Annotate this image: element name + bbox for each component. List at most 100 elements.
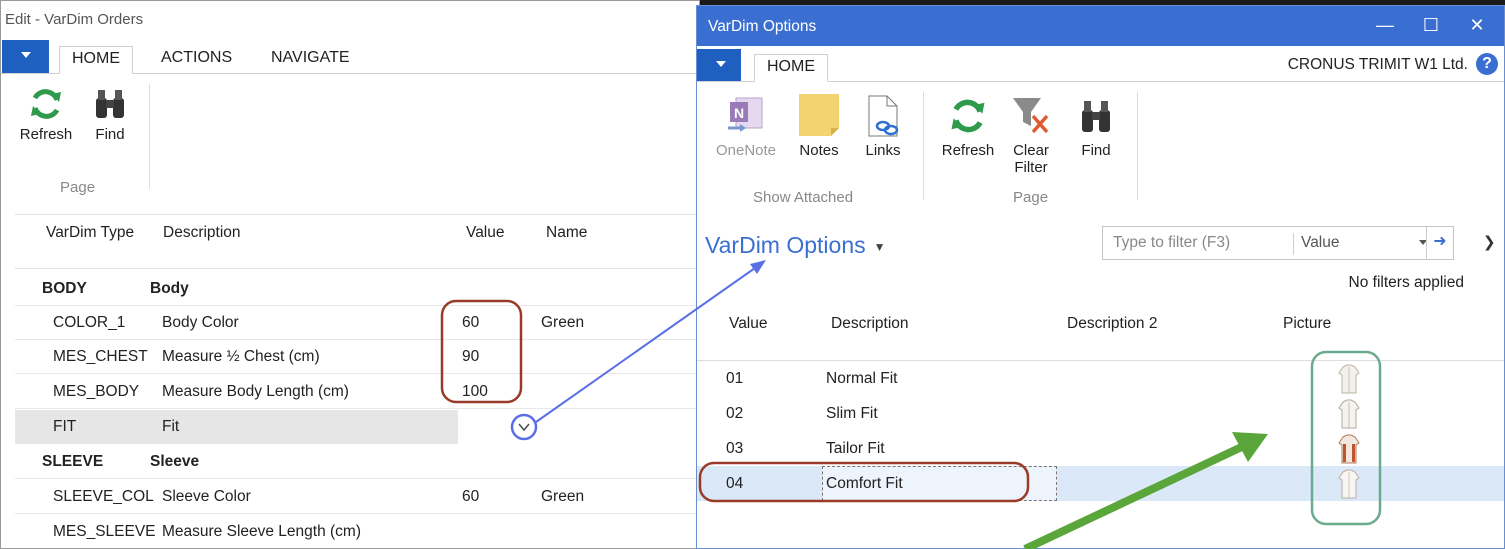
arrow-right-icon[interactable]: ➜ bbox=[1426, 227, 1453, 259]
list-item[interactable]: 02 Slim Fit bbox=[697, 396, 1504, 431]
cell-type: COLOR_1 bbox=[53, 314, 126, 331]
table-row[interactable]: BODY Body bbox=[15, 272, 699, 306]
cell-value: 04 bbox=[726, 475, 744, 492]
cell-value: 02 bbox=[726, 405, 744, 422]
binoculars-icon bbox=[96, 90, 124, 118]
refresh-button[interactable]: Refresh bbox=[937, 94, 999, 159]
cell-description: Fit bbox=[162, 418, 180, 435]
table-row-selected[interactable]: FIT Fit bbox=[15, 410, 699, 444]
column-header-value[interactable]: Value bbox=[729, 315, 768, 333]
find-label: Find bbox=[95, 126, 125, 143]
find-button[interactable]: Find bbox=[87, 86, 133, 143]
column-header-description[interactable]: Description bbox=[831, 315, 909, 333]
group-divider bbox=[149, 84, 150, 189]
cell-value[interactable]: 60 bbox=[462, 314, 479, 332]
table-row[interactable]: SLEEVE_COL Sleeve Color 60 Green bbox=[15, 480, 699, 514]
app-menu-button[interactable] bbox=[697, 49, 741, 81]
link-document-icon bbox=[868, 95, 899, 137]
cell-value[interactable]: 90 bbox=[462, 348, 479, 366]
table-row[interactable]: MES_SLEEVE Measure Sleeve Length (cm) bbox=[15, 515, 699, 548]
notes-button[interactable]: Notes bbox=[793, 94, 845, 159]
cell-description: Measure ½ Chest (cm) bbox=[162, 348, 320, 365]
group-label-page: Page bbox=[1013, 189, 1049, 206]
cell-description: Sleeve bbox=[150, 453, 200, 470]
help-icon[interactable]: ? bbox=[1476, 53, 1498, 75]
header-divider bbox=[15, 268, 699, 269]
cell-description: Body bbox=[150, 280, 189, 297]
column-header-name[interactable]: Name bbox=[546, 224, 587, 242]
close-icon[interactable]: ✕ bbox=[1454, 6, 1500, 46]
cell-value[interactable]: 60 bbox=[462, 488, 479, 506]
ribbon-tabs: HOME ACTIONS NAVIGATE bbox=[1, 40, 699, 74]
page-title[interactable]: VarDim Options ▼ bbox=[705, 232, 886, 259]
cell-description: Body Color bbox=[162, 314, 239, 331]
column-header-value[interactable]: Value bbox=[466, 224, 505, 242]
refresh-icon bbox=[951, 99, 985, 133]
column-header-description[interactable]: Description bbox=[163, 224, 241, 242]
cell-value[interactable]: 100 bbox=[462, 383, 488, 401]
tab-home[interactable]: HOME bbox=[59, 46, 133, 74]
collapse-chevron-icon[interactable]: ❯ bbox=[1483, 233, 1496, 251]
shirt-picture-icon bbox=[1338, 469, 1360, 499]
filter-field-select[interactable]: Value bbox=[1301, 234, 1340, 252]
column-header-picture[interactable]: Picture bbox=[1283, 315, 1331, 333]
list-item[interactable]: 01 Normal Fit bbox=[697, 361, 1504, 396]
group-divider bbox=[923, 92, 924, 200]
tab-actions[interactable]: ACTIONS bbox=[149, 46, 244, 74]
clear-filter-label-1: Clear bbox=[1013, 142, 1049, 159]
tab-navigate[interactable]: NAVIGATE bbox=[259, 46, 362, 74]
vardim-options-window: VarDim Options — ☐ ✕ HOME CRONUS TRIMIT … bbox=[696, 5, 1505, 549]
list-item[interactable]: 03 Tailor Fit bbox=[697, 431, 1504, 466]
table-row[interactable]: SLEEVE Sleeve bbox=[15, 445, 699, 479]
filter-input[interactable]: Type to filter (F3) bbox=[1113, 234, 1230, 252]
binoculars-icon bbox=[1082, 101, 1110, 132]
column-header-vardim-type[interactable]: VarDim Type bbox=[46, 224, 134, 242]
cell-type: SLEEVE_COL bbox=[53, 488, 154, 505]
column-header-description-2[interactable]: Description 2 bbox=[1067, 315, 1157, 333]
refresh-button[interactable]: Refresh bbox=[15, 86, 77, 143]
cell-description: Measure Body Length (cm) bbox=[162, 383, 349, 400]
tab-home[interactable]: HOME bbox=[754, 54, 828, 82]
vardim-orders-window: Edit - VarDim Orders HOME ACTIONS NAVIGA… bbox=[0, 0, 700, 549]
links-button[interactable]: Links bbox=[857, 94, 909, 159]
note-icon bbox=[799, 94, 839, 136]
group-divider bbox=[1137, 92, 1138, 200]
refresh-icon bbox=[31, 89, 61, 119]
cell-description: Tailor Fit bbox=[826, 440, 885, 457]
window-title: Edit - VarDim Orders bbox=[1, 1, 699, 39]
list-item-selected[interactable]: 04 Comfort Fit bbox=[697, 466, 1504, 501]
app-menu-button[interactable] bbox=[2, 40, 49, 73]
cell-type: MES_BODY bbox=[53, 383, 140, 400]
onenote-button[interactable]: N OneNote bbox=[709, 94, 783, 159]
chevron-down-icon[interactable]: ▼ bbox=[874, 240, 886, 254]
clear-filter-icon bbox=[1013, 98, 1049, 134]
find-button[interactable]: Find bbox=[1073, 94, 1119, 159]
cell-type: MES_CHEST bbox=[53, 348, 148, 365]
table-row[interactable]: MES_CHEST Measure ½ Chest (cm) 90 bbox=[15, 340, 699, 374]
cell-description: Measure Sleeve Length (cm) bbox=[162, 523, 362, 540]
value-lookup-field[interactable] bbox=[458, 410, 699, 444]
table-row[interactable]: MES_BODY Measure Body Length (cm) 100 bbox=[15, 375, 699, 409]
cell-type: FIT bbox=[53, 418, 77, 435]
cell-value: 01 bbox=[726, 370, 744, 387]
maximize-icon[interactable]: ☐ bbox=[1408, 6, 1454, 46]
company-name[interactable]: CRONUS TRIMIT W1 Ltd. bbox=[1288, 56, 1468, 74]
minimize-icon[interactable]: — bbox=[1362, 6, 1408, 46]
cell-description: Slim Fit bbox=[826, 405, 878, 422]
shirt-picture-icon bbox=[1338, 434, 1360, 464]
window-title: VarDim Options bbox=[708, 18, 817, 35]
cell-type: MES_SLEEVE bbox=[53, 523, 156, 540]
ribbon-home: Refresh Find Page bbox=[1, 74, 699, 209]
cell-name: Green bbox=[541, 488, 585, 505]
shirt-picture-icon bbox=[1338, 364, 1360, 394]
svg-text:N: N bbox=[734, 105, 744, 121]
page-title-text: VarDim Options bbox=[705, 232, 866, 258]
clear-filter-button[interactable]: Clear Filter bbox=[1005, 94, 1057, 176]
cell-value: 03 bbox=[726, 440, 744, 457]
cell-type: BODY bbox=[42, 280, 87, 297]
window-titlebar: VarDim Options — ☐ ✕ bbox=[697, 6, 1504, 46]
refresh-label: Refresh bbox=[941, 142, 995, 159]
onenote-icon: N bbox=[728, 97, 763, 132]
filter-divider bbox=[1293, 233, 1294, 255]
table-row[interactable]: COLOR_1 Body Color 60 Green bbox=[15, 306, 699, 340]
